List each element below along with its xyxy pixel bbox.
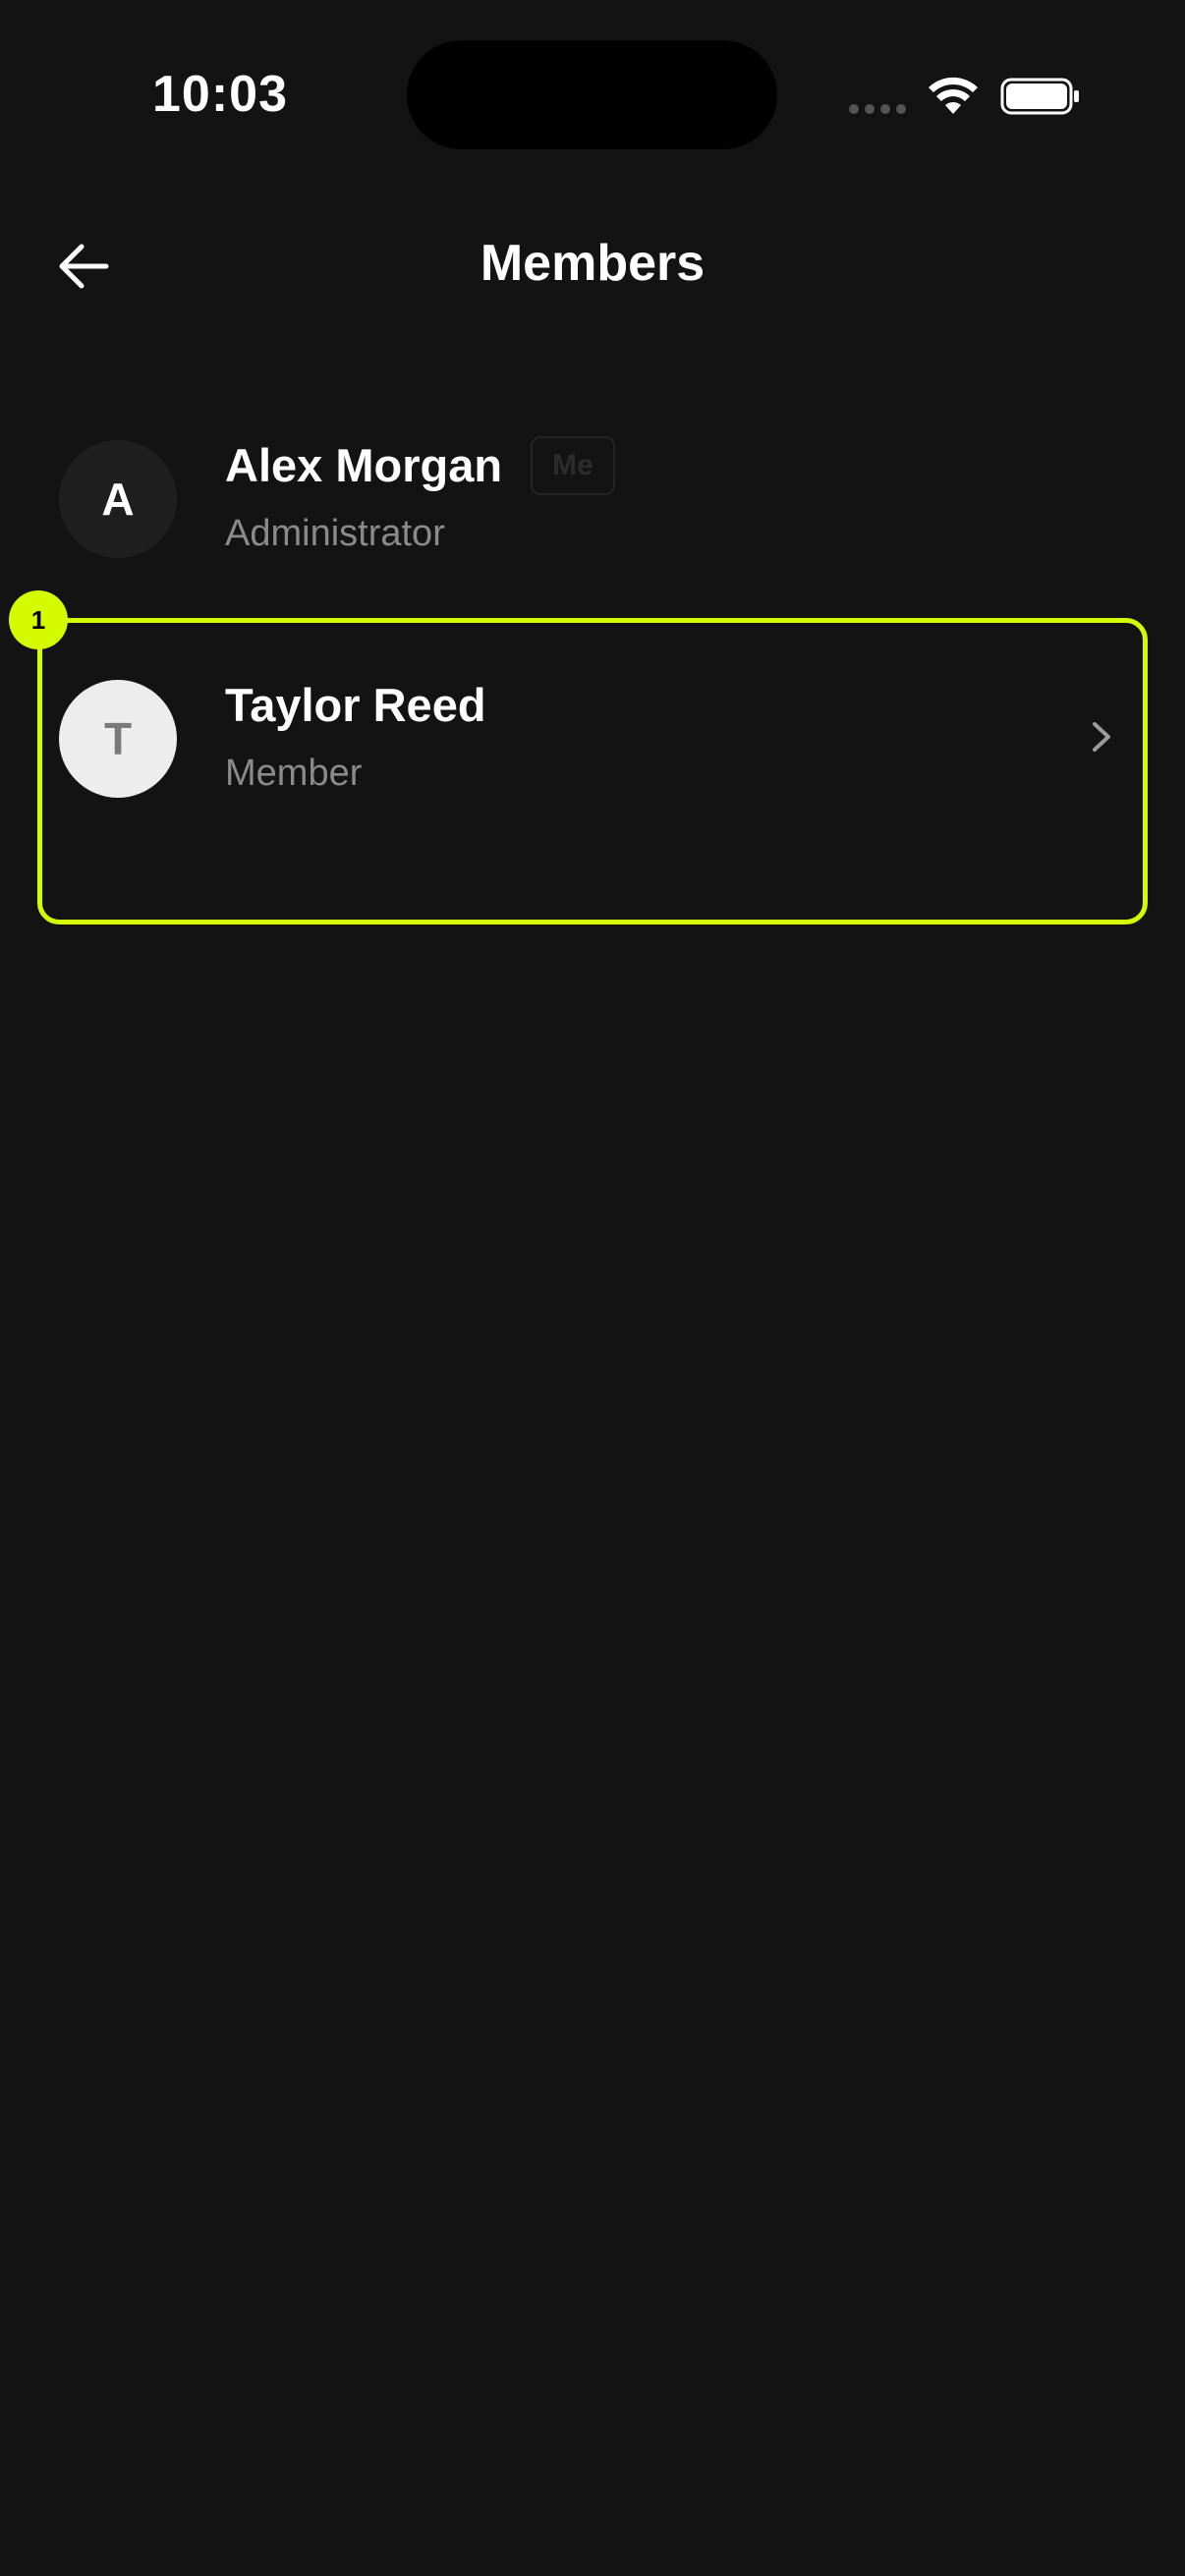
status-bar: 10:03 <box>0 0 1185 196</box>
member-row-alex-morgan: A Alex Morgan Me Administrator <box>39 411 1146 588</box>
dynamic-island <box>407 40 777 149</box>
member-role: Administrator <box>225 513 445 554</box>
status-time: 10:03 <box>152 66 288 123</box>
highlight-marker: 1 <box>9 590 68 649</box>
battery-icon <box>1000 78 1079 115</box>
wifi-icon <box>929 77 978 114</box>
page-title: Members <box>480 235 705 292</box>
me-badge: Me <box>531 436 615 495</box>
avatar: A <box>59 440 177 558</box>
cellular-signal-icon <box>849 104 908 114</box>
member-name: Alex Morgan <box>225 439 503 491</box>
highlight-box <box>37 618 1148 924</box>
header: Members <box>0 196 1185 334</box>
